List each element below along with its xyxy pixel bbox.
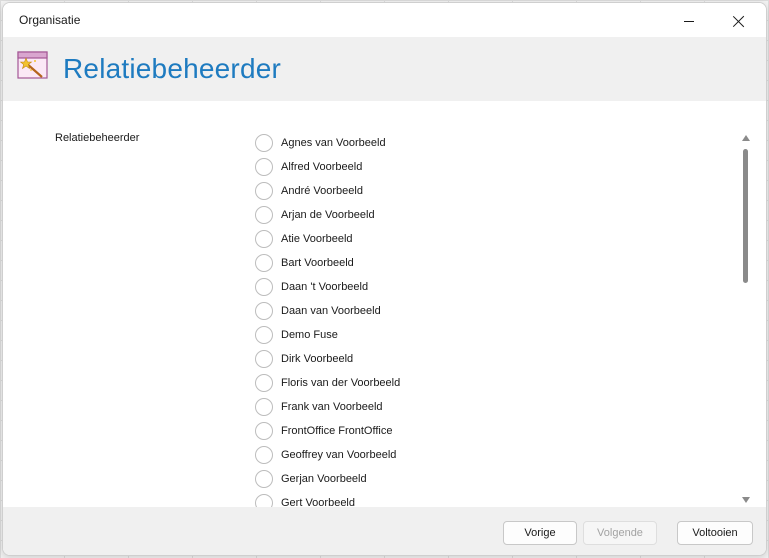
radio-option[interactable]: Bart Voorbeeld (253, 251, 723, 275)
minimize-button[interactable] (669, 7, 709, 35)
radio-label: FrontOffice FrontOffice (281, 425, 393, 437)
radio-button[interactable] (255, 374, 273, 392)
radio-button[interactable] (255, 158, 273, 176)
radio-option[interactable]: Dirk Voorbeeld (253, 347, 723, 371)
radio-label: Alfred Voorbeeld (281, 161, 363, 173)
radio-label: Frank van Voorbeeld (281, 401, 383, 413)
radio-option[interactable]: Demo Fuse (253, 323, 723, 347)
title-bar: Organisatie (3, 3, 766, 37)
scroll-thumb[interactable] (743, 149, 748, 283)
radio-label: Floris van der Voorbeeld (281, 377, 401, 389)
radio-label: Daan van Voorbeeld (281, 305, 381, 317)
radio-button[interactable] (255, 422, 273, 440)
radio-option[interactable]: Frank van Voorbeeld (253, 395, 723, 419)
radio-label: Demo Fuse (281, 329, 338, 341)
radio-button[interactable] (255, 350, 273, 368)
radio-label: Arjan de Voorbeeld (281, 209, 375, 221)
vertical-scrollbar[interactable] (741, 135, 751, 507)
radio-option[interactable]: Gerjan Voorbeeld (253, 467, 723, 491)
relatiebeheerder-label: Relatiebeheerder (55, 132, 140, 144)
close-icon (733, 15, 745, 27)
radio-button[interactable] (255, 254, 273, 272)
wizard-footer: Vorige Volgende Voltooien (3, 507, 766, 555)
scroll-up-arrow-icon[interactable] (742, 135, 750, 141)
radio-label: Gert Voorbeeld (281, 497, 355, 507)
page-title: Relatiebeheerder (63, 53, 282, 84)
radio-button[interactable] (255, 278, 273, 296)
radio-label: André Voorbeeld (281, 185, 363, 197)
radio-option[interactable]: Gert Voorbeeld (253, 491, 723, 507)
radio-label: Geoffrey van Voorbeeld (281, 449, 397, 461)
wizard-content: Relatiebeheerder Agnes van Voorbeeld Alf… (3, 101, 766, 507)
radio-option[interactable]: Floris van der Voorbeeld (253, 371, 723, 395)
radio-button[interactable] (255, 230, 273, 248)
radio-option[interactable]: Atie Voorbeeld (253, 227, 723, 251)
radio-button[interactable] (255, 494, 273, 507)
radio-option[interactable]: Agnes van Voorbeeld (253, 131, 723, 155)
radio-button[interactable] (255, 398, 273, 416)
scroll-down-arrow-icon[interactable] (742, 497, 750, 503)
close-button[interactable] (719, 7, 759, 35)
radio-label: Bart Voorbeeld (281, 257, 354, 269)
wizard-header: Relatiebeheerder (3, 37, 766, 101)
radio-button[interactable] (255, 470, 273, 488)
radio-option[interactable]: Daan 't Voorbeeld (253, 275, 723, 299)
radio-option[interactable]: Arjan de Voorbeeld (253, 203, 723, 227)
radio-label: Dirk Voorbeeld (281, 353, 354, 365)
previous-button[interactable]: Vorige (503, 521, 577, 545)
window-title: Organisatie (19, 13, 81, 27)
radio-option[interactable]: Alfred Voorbeeld (253, 155, 723, 179)
next-button[interactable]: Volgende (583, 521, 657, 545)
finish-button[interactable]: Voltooien (677, 521, 753, 545)
radio-button[interactable] (255, 206, 273, 224)
radio-button[interactable] (255, 326, 273, 344)
radio-label: Gerjan Voorbeeld (281, 473, 367, 485)
minimize-icon (684, 20, 694, 22)
radio-button[interactable] (255, 182, 273, 200)
dialog-window: Organisatie Relatiebeheerder Relatiebehe… (2, 2, 767, 556)
wizard-wand-icon (17, 51, 48, 79)
radio-option[interactable]: André Voorbeeld (253, 179, 723, 203)
radio-option[interactable]: Daan van Voorbeeld (253, 299, 723, 323)
radio-label: Agnes van Voorbeeld (281, 137, 386, 149)
radio-option[interactable]: Geoffrey van Voorbeeld (253, 443, 723, 467)
relatiebeheerder-radio-list: Agnes van Voorbeeld Alfred Voorbeeld And… (253, 131, 723, 507)
radio-button[interactable] (255, 302, 273, 320)
radio-label: Daan 't Voorbeeld (281, 281, 369, 293)
radio-label: Atie Voorbeeld (281, 233, 353, 245)
radio-button[interactable] (255, 446, 273, 464)
radio-option[interactable]: FrontOffice FrontOffice (253, 419, 723, 443)
radio-button[interactable] (255, 134, 273, 152)
